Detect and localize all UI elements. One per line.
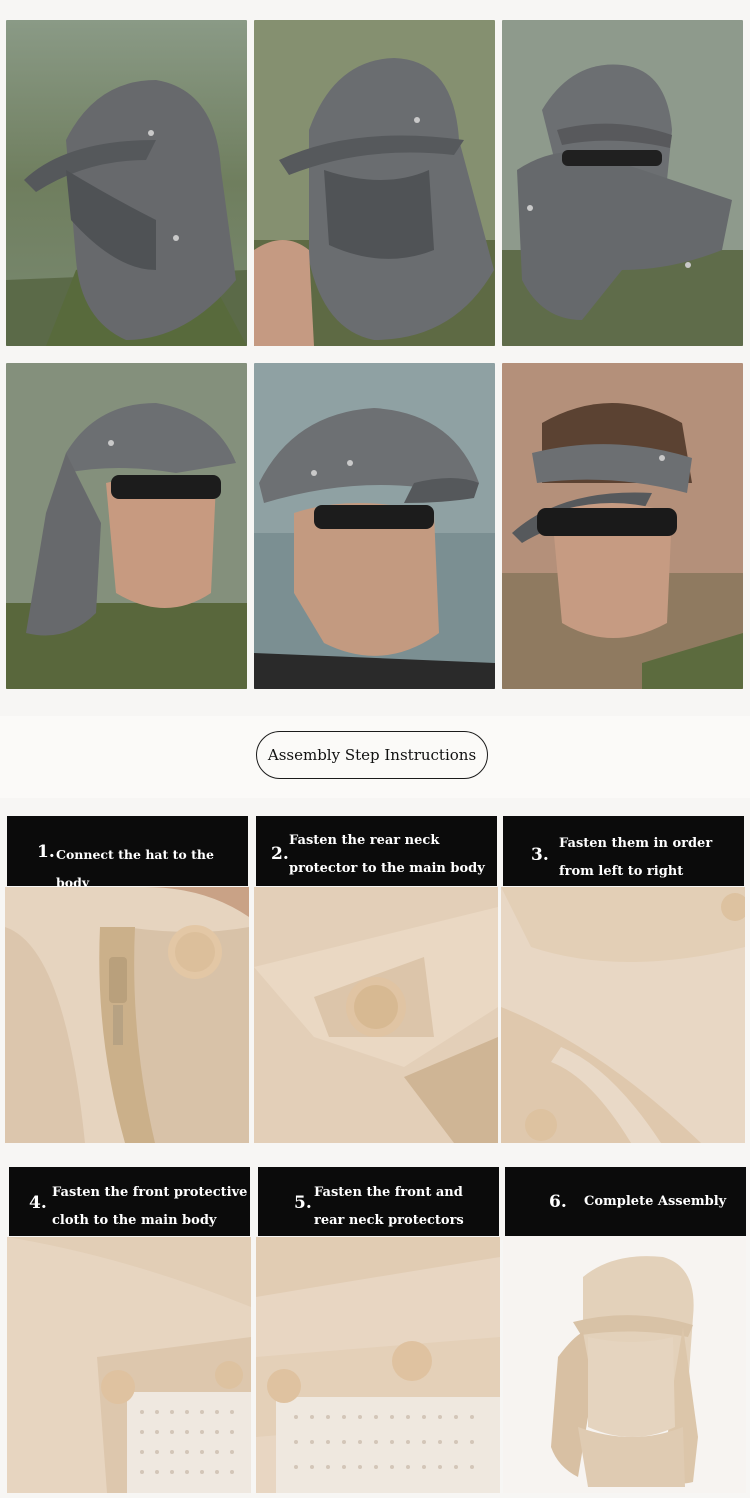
step-caption-4: 4. Fasten the front protective cloth to … xyxy=(9,1167,250,1236)
step-caption-5: 5. Fasten the front and rear neck protec… xyxy=(258,1167,499,1236)
step-text: Fasten them in order from left to right xyxy=(559,836,713,879)
step-text: Fasten the front protective cloth to the… xyxy=(52,1185,248,1228)
step-number: 5. xyxy=(294,1193,312,1213)
step-photo-3-snaps-in-order xyxy=(501,887,745,1143)
step-photo-1-zipper xyxy=(5,887,249,1143)
photo-visor-only xyxy=(502,363,743,689)
step-number: 6. xyxy=(549,1192,567,1212)
photo-full-hat-side xyxy=(6,20,247,346)
step-caption-6: 6. Complete Assembly xyxy=(505,1167,746,1236)
section-title: Assembly Step Instructions xyxy=(256,731,488,779)
step-number: 2. xyxy=(271,844,289,864)
photo-flap-open xyxy=(502,20,743,346)
step-caption-3: 3. Fasten them in order from left to rig… xyxy=(503,816,744,886)
step-number: 3. xyxy=(531,845,549,865)
step-photo-4-front-cloth xyxy=(7,1237,251,1493)
step-caption-1: 1. Connect the hat to the body xyxy=(7,816,248,890)
photo-full-hat-front xyxy=(254,20,495,346)
step-photo-5-front-rear xyxy=(256,1237,500,1493)
step-photo-2-rear-snap xyxy=(254,887,498,1143)
step-number: 4. xyxy=(29,1193,47,1213)
photo-rear-flap xyxy=(6,363,247,689)
step-text: Fasten the rear neck protector to the ma… xyxy=(289,833,485,876)
photo-cap-only xyxy=(254,363,495,689)
step-photo-6-complete xyxy=(503,1237,746,1493)
step-number: 1. xyxy=(37,842,55,862)
step-caption-2: 2. Fasten the rear neck protector to the… xyxy=(256,816,497,886)
step-text: Fasten the front and rear neck protector… xyxy=(314,1185,464,1228)
step-text: Complete Assembly xyxy=(584,1194,727,1209)
